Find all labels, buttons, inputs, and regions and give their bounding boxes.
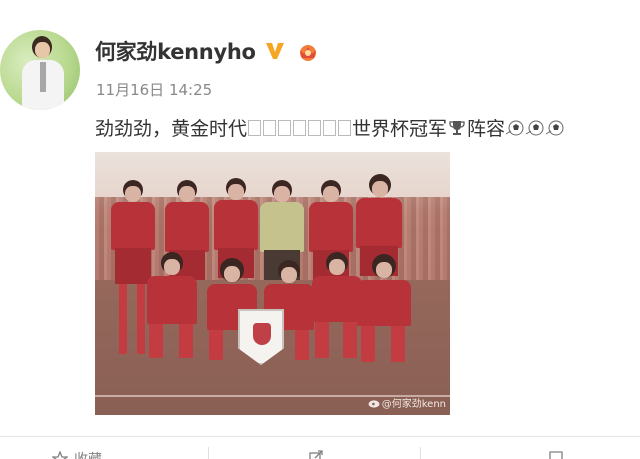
player-front-5: [353, 254, 415, 366]
watermark-text: @何家劲kenn: [381, 399, 446, 410]
comment-button[interactable]: [548, 449, 570, 459]
trophy-icon: [449, 120, 465, 135]
post-text-part3: 阵容: [467, 118, 506, 140]
photo-soccer-team[interactable]: @何家劲kenn: [95, 152, 450, 415]
username[interactable]: 何家劲kennyho: [95, 36, 256, 66]
soccer-ball-icon: [505, 120, 524, 135]
star-icon: [52, 451, 68, 459]
unrendered-emoji-boxes: [248, 119, 352, 136]
action-separator: [420, 447, 421, 459]
forward-button[interactable]: [308, 449, 330, 459]
post-text: 劲劲劲，黄金时代 世界杯冠军 阵容: [95, 114, 567, 141]
weibo-logo-icon: [368, 399, 380, 408]
player-front-1: [143, 252, 201, 362]
forward-icon: [309, 450, 323, 459]
vip-crown-icon[interactable]: [295, 40, 321, 62]
image-watermark: @何家劲kenn: [368, 395, 446, 410]
post-text-part1: 劲劲劲，黄金时代: [95, 118, 248, 140]
post-text-part2: 世界杯冠军: [352, 118, 448, 140]
soccer-ball-icon: [545, 120, 564, 135]
pennant-crest: [253, 323, 271, 345]
favorite-label: 收藏: [74, 449, 102, 459]
comment-icon: [549, 451, 563, 459]
avatar-tie: [40, 62, 46, 92]
favorite-button[interactable]: 收藏: [52, 449, 102, 459]
verified-v-icon[interactable]: [264, 40, 286, 62]
post-timestamp[interactable]: 11月16日 14:25: [96, 79, 212, 100]
action-bar: 收藏: [0, 437, 640, 459]
soccer-ball-icon: [525, 120, 544, 135]
action-separator: [208, 447, 209, 459]
avatar[interactable]: [0, 30, 80, 110]
soccer-ball-icons: [505, 118, 567, 138]
avatar-face: [35, 42, 50, 58]
